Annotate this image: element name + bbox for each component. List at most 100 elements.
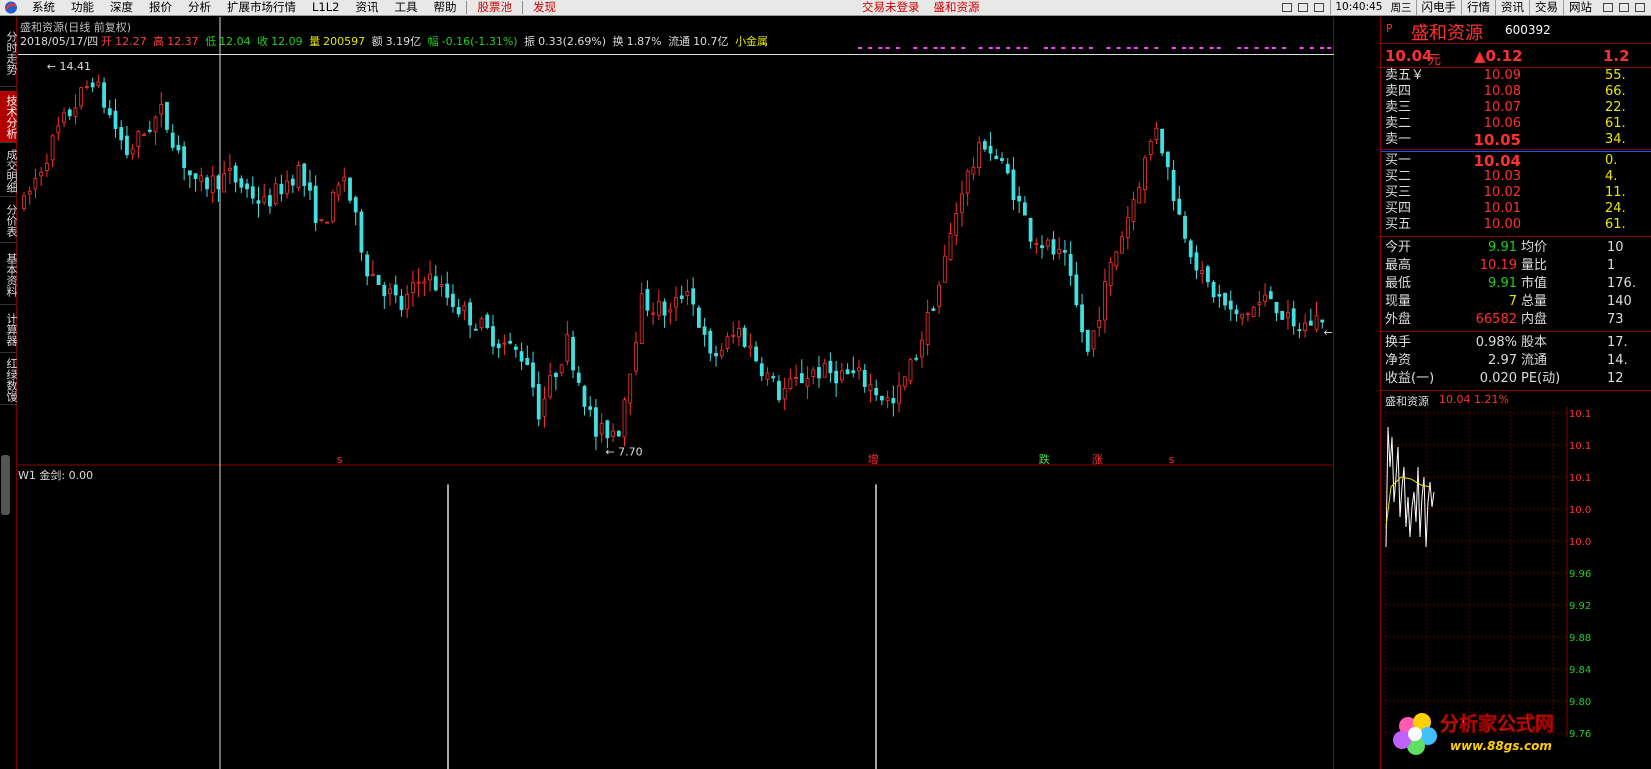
menu-item-9[interactable]: 帮助 xyxy=(425,0,464,15)
sell-row-4[interactable]: 卖一 10.05 34. xyxy=(1381,132,1651,148)
buy-row-1[interactable]: 买二 10.03 4. xyxy=(1381,169,1651,185)
p-marker: P xyxy=(1386,22,1393,35)
candle-body xyxy=(616,430,621,437)
sell-row-3[interactable]: 卖二 10.06 61. xyxy=(1381,116,1651,132)
candle-body xyxy=(1131,199,1136,222)
btn-trade[interactable]: 交易 xyxy=(1529,0,1563,15)
candle-body xyxy=(1228,300,1233,310)
stat1-value: 10.19 xyxy=(1479,258,1517,273)
buy-row-4[interactable]: 买五 10.00 61. xyxy=(1381,217,1651,233)
kline-chart[interactable]: ← 14.41← 7.70← 9.78s增跌涨s14.0013.5013.001… xyxy=(18,17,1334,769)
menu-item-3[interactable]: 报价 xyxy=(141,0,180,15)
stats-group-2: 换手 0.98% 股本 17. 净资 2.97 流通 14. 收益(一) 0.020 PE(动) 12 xyxy=(1381,332,1651,391)
info-low-label: 低 xyxy=(205,35,217,48)
candle-body xyxy=(1045,239,1050,247)
candle-body xyxy=(622,399,627,438)
candle-body xyxy=(548,374,553,398)
stock-name: 盛和资源 xyxy=(1411,23,1483,44)
buy-row-2[interactable]: 买三 10.02 11. xyxy=(1381,185,1651,201)
candle-body xyxy=(1223,292,1227,306)
stat1-row-1: 最高 10.19 量比 1 xyxy=(1381,257,1651,275)
close-window-icon[interactable] xyxy=(1635,3,1645,12)
menu-item-5[interactable]: 扩展市场行情 xyxy=(219,0,304,15)
menu-items: 系统 功能 深度 报价 分析 扩展市场行情 L1L2 资讯 工具 帮助 xyxy=(24,0,464,15)
info-date: 2018/05/17/四 xyxy=(20,35,99,48)
candle-body xyxy=(1040,245,1044,249)
signal-marker xyxy=(895,47,900,49)
watermark-url: www.88gs.com xyxy=(1450,739,1552,753)
order-book-buy: 买一 10.04 0. 买二 10.03 4. 买三 10.02 11. 买四 10.01 24. 买五… xyxy=(1381,153,1651,237)
candle-body xyxy=(1165,151,1170,168)
btn-quote[interactable]: 行情 xyxy=(1461,0,1495,15)
menu-item-2[interactable]: 深度 xyxy=(102,0,141,15)
candle-body xyxy=(1314,315,1319,330)
info-change: -0.16(-1.31%) xyxy=(441,35,518,48)
info-turnover-label: 换 xyxy=(612,35,624,48)
left-tab-3[interactable]: 分价表 xyxy=(0,199,18,243)
btn-news[interactable]: 资讯 xyxy=(1495,0,1529,15)
candle-body xyxy=(279,183,284,195)
mini-tick-right: 9.88 xyxy=(1569,633,1591,644)
candle-body xyxy=(205,177,209,190)
maximize-icon[interactable] xyxy=(1298,3,1309,12)
sell-row-2[interactable]: 卖三 10.07 22. xyxy=(1381,100,1651,116)
left-tab-1[interactable]: 技术分析 xyxy=(0,91,18,143)
buy-row-0[interactable]: 买一 10.04 0. xyxy=(1381,153,1651,169)
app-logo-icon[interactable] xyxy=(2,1,20,15)
candle-body xyxy=(1034,243,1039,245)
candle-body xyxy=(67,109,72,117)
stat1-value-2: 140 xyxy=(1607,294,1632,309)
minimize-icon[interactable] xyxy=(1282,3,1293,12)
candle-body xyxy=(920,339,924,358)
menu-stock-pool[interactable]: 股票池 xyxy=(469,0,520,15)
restore-window-icon[interactable] xyxy=(1619,3,1629,12)
menu-discover[interactable]: 发现 xyxy=(525,0,564,15)
buy-row-3[interactable]: 买四 10.01 24. xyxy=(1381,201,1651,217)
candle-body xyxy=(782,388,787,400)
trade-login-status[interactable]: 交易未登录 xyxy=(862,0,920,15)
signal-marker xyxy=(878,47,883,49)
close-icon[interactable] xyxy=(1314,3,1325,12)
buy-price: 10.00 xyxy=(1483,217,1521,232)
stat1-value-2: 10 xyxy=(1607,240,1624,255)
candle-body xyxy=(1120,236,1125,254)
menu-item-4[interactable]: 分析 xyxy=(180,0,219,15)
mini-intraday-chart[interactable]: 盛和资源 10.04 1.21% 10.1 10.1 10.1 10.0 10.0 9.9… xyxy=(1381,391,1651,737)
signal-marker xyxy=(1126,47,1131,49)
btn-website[interactable]: 网站 xyxy=(1563,0,1597,15)
menu-item-6[interactable]: L1L2 xyxy=(304,0,347,15)
sub-window-id[interactable]: W1 xyxy=(18,469,36,482)
menu-item-8[interactable]: 工具 xyxy=(386,0,425,15)
collapse-handle[interactable] xyxy=(1,455,10,515)
menu-item-1[interactable]: 功能 xyxy=(63,0,102,15)
stat1-value: 9.91 xyxy=(1488,276,1517,291)
menu-item-0[interactable]: 系统 xyxy=(24,0,63,15)
watermark-text: 分析家公式网 xyxy=(1440,712,1554,735)
sell-row-1[interactable]: 卖四 10.08 66. xyxy=(1381,84,1651,100)
candle-body xyxy=(525,358,530,366)
mini-tick-right: 10.1 xyxy=(1569,409,1591,420)
btn-flash-trade[interactable]: 闪电手 xyxy=(1415,0,1462,15)
left-tab-5[interactable]: 计算器 xyxy=(0,307,18,353)
candle-body xyxy=(1022,202,1027,216)
left-tab-6[interactable]: 红绿数馒 xyxy=(0,355,18,405)
info-sector-tag[interactable]: 小金属 xyxy=(735,35,768,48)
left-tab-2[interactable]: 成交明细 xyxy=(0,145,18,197)
candle-body xyxy=(588,406,593,410)
menu-item-7[interactable]: 资讯 xyxy=(347,0,386,15)
candle-body xyxy=(628,373,633,404)
stat1-label: 最低 xyxy=(1385,276,1412,291)
left-tab-0[interactable]: 分时走势 xyxy=(0,19,18,87)
sell-row-0[interactable]: 卖五￥ 10.09 55. xyxy=(1381,68,1651,84)
signal-marker xyxy=(885,47,890,49)
mini-tick-right: 9.92 xyxy=(1569,601,1591,612)
left-tab-4[interactable]: 基本资料 xyxy=(0,245,18,305)
candle-body xyxy=(485,314,490,328)
last-price: 10.04 xyxy=(1385,47,1433,65)
candle-body xyxy=(948,233,953,260)
candle-body xyxy=(119,127,124,141)
candle-body xyxy=(102,82,106,108)
candle-body xyxy=(536,384,541,420)
candle-body xyxy=(1257,302,1262,306)
minimize-window-icon[interactable] xyxy=(1603,3,1613,12)
